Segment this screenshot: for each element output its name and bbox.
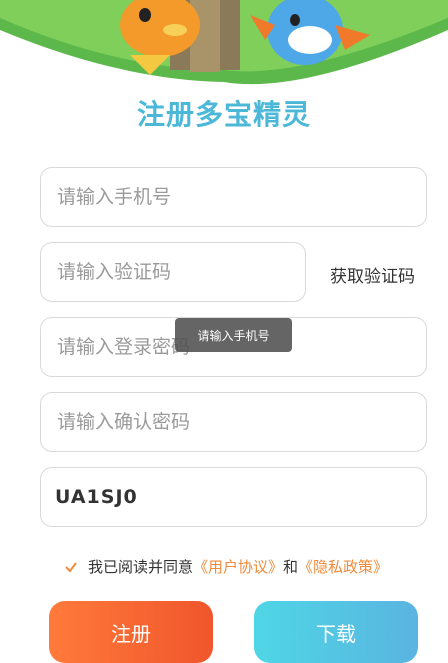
toast-message: 请输入手机号	[175, 318, 292, 352]
agreement-conjunction: 和	[283, 558, 299, 576]
code-field[interactable]	[40, 242, 306, 302]
page-title: 注册多宝精灵	[136, 98, 311, 131]
agreement-checkbox[interactable]	[64, 560, 78, 574]
code-input[interactable]	[55, 260, 305, 284]
captcha-field[interactable]: UA1SJ0	[40, 467, 427, 527]
phone-input[interactable]	[55, 185, 426, 209]
check-icon	[65, 561, 77, 573]
get-code-button[interactable]: 获取验证码	[330, 262, 415, 287]
agreement-prefix: 我已阅读并同意	[88, 558, 194, 576]
privacy-policy-link[interactable]: 《隐私政策》	[298, 556, 388, 577]
header-banner-illustration	[0, 0, 448, 88]
confirm-password-field[interactable]	[40, 392, 427, 452]
user-agreement-link[interactable]: 《用户协议》	[193, 556, 283, 577]
register-button[interactable]: 注册	[49, 601, 213, 663]
download-button[interactable]: 下载	[254, 601, 418, 663]
agreement-row: 我已阅读并同意 《用户协议》 和 《隐私政策》	[64, 556, 388, 577]
confirm-password-input[interactable]	[55, 410, 426, 434]
phone-field[interactable]	[40, 167, 427, 227]
captcha-text: UA1SJ0	[55, 486, 138, 508]
